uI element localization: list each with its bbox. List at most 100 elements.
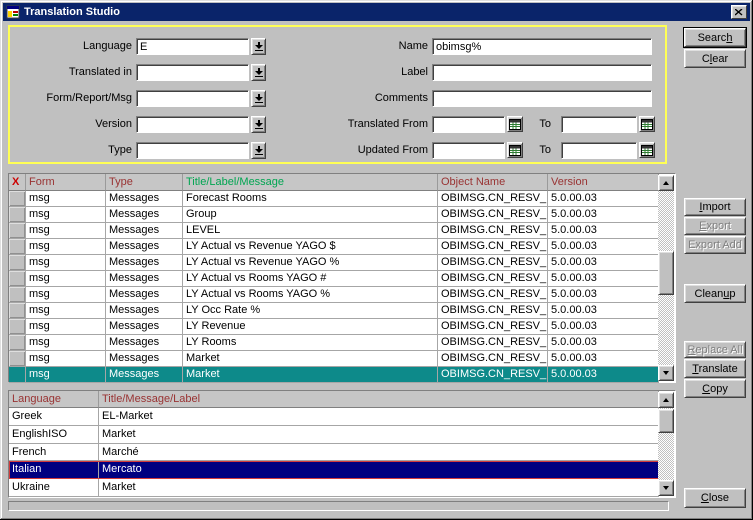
comments-input[interactable] xyxy=(432,90,652,107)
version-input[interactable] xyxy=(136,116,249,133)
table-row[interactable]: msgMessagesGroupOBIMSG.CN_RESV_PACE5.0.0… xyxy=(9,207,659,223)
cell-type: Messages xyxy=(106,271,183,287)
updated-from-input[interactable] xyxy=(432,142,505,159)
cell-version: 5.0.00.03 xyxy=(548,271,659,287)
app-icon xyxy=(6,5,20,19)
cell-version: 5.0.00.03 xyxy=(548,319,659,335)
column-header-version: Version xyxy=(548,174,659,191)
cell-version: 5.0.00.03 xyxy=(548,207,659,223)
cell-x xyxy=(9,271,26,287)
language-dropdown-button[interactable] xyxy=(251,38,266,55)
copy-button[interactable]: Copy xyxy=(684,379,746,398)
cell-object: OBIMSG.CN_RESV_PACE xyxy=(438,351,548,367)
table-row[interactable]: msgMessagesLY Actual vs Rooms YAGO #OBIM… xyxy=(9,271,659,287)
translations-scrollbar[interactable] xyxy=(658,392,674,496)
cell-object: OBIMSG.CN_RESV_PACE xyxy=(438,191,548,207)
cell-version: 5.0.00.03 xyxy=(548,351,659,367)
scroll-up-button[interactable] xyxy=(658,175,674,191)
scrollbar-thumb[interactable] xyxy=(658,251,674,295)
translated-from-label: Translated From xyxy=(300,116,428,133)
form-report-msg-label: Form/Report/Msg xyxy=(10,90,132,107)
scroll-down-button[interactable] xyxy=(658,480,674,496)
cell-object: OBIMSG.CN_RESV_PACE xyxy=(438,239,548,255)
dropdown-arrow-icon xyxy=(255,146,263,155)
table-row[interactable]: GreekEL-Market xyxy=(9,408,659,426)
table-row-selected[interactable]: ItalianMercato xyxy=(9,461,659,479)
form-report-msg-dropdown-button[interactable] xyxy=(251,90,266,107)
table-row[interactable]: EnglishISOMarket xyxy=(9,426,659,444)
name-input[interactable] xyxy=(432,38,652,55)
translation-studio-window: Translation Studio Language Translated i… xyxy=(0,0,753,520)
export-add-button[interactable]: Export Add xyxy=(684,236,746,254)
cell-form: msg xyxy=(26,367,106,383)
translated-to-input[interactable] xyxy=(561,116,637,133)
cell-x xyxy=(9,367,26,383)
updated-from-calendar-button[interactable] xyxy=(507,142,523,158)
cell-form: msg xyxy=(26,351,106,367)
search-button[interactable]: Search xyxy=(684,28,746,47)
button-label: Import xyxy=(699,201,730,213)
clear-button[interactable]: Clear xyxy=(684,49,746,68)
table-row[interactable]: UkraineMarket xyxy=(9,479,659,497)
table-row[interactable]: msgMessagesLY Actual vs Revenue YAGO $OB… xyxy=(9,239,659,255)
updated-to-label: To xyxy=(527,142,551,159)
scrollbar-thumb[interactable] xyxy=(658,409,674,433)
cell-form: msg xyxy=(26,239,106,255)
cell-language: Italian xyxy=(9,461,99,479)
form-report-msg-input[interactable] xyxy=(136,90,249,107)
import-button[interactable]: Import xyxy=(684,198,746,216)
title-bar: Translation Studio xyxy=(3,3,750,21)
table-row[interactable]: msgMessagesLEVELOBIMSG.CN_RESV_PACE5.0.0… xyxy=(9,223,659,239)
cleanup-button[interactable]: Cleanup xyxy=(684,284,746,303)
table-row[interactable]: msgMessagesLY RoomsOBIMSG.CN_RESV_PACE5.… xyxy=(9,335,659,351)
cell-object: OBIMSG.CN_RESV_PACE xyxy=(438,255,548,271)
translate-button[interactable]: Translate xyxy=(684,359,746,378)
close-button[interactable]: Close xyxy=(684,488,746,508)
updated-to-input[interactable] xyxy=(561,142,637,159)
version-dropdown-button[interactable] xyxy=(251,116,266,133)
scroll-up-button[interactable] xyxy=(658,392,674,408)
replace-all-button[interactable]: Replace All xyxy=(684,341,746,358)
table-row[interactable]: msgMessagesLY Occ Rate %OBIMSG.CN_RESV_P… xyxy=(9,303,659,319)
cell-type: Messages xyxy=(106,191,183,207)
translated-in-dropdown-button[interactable] xyxy=(251,64,266,81)
scroll-down-button[interactable] xyxy=(658,365,674,381)
type-label: Type xyxy=(10,142,132,159)
table-row[interactable]: msgMessagesLY Actual vs Rooms YAGO %OBIM… xyxy=(9,287,659,303)
cell-version: 5.0.00.03 xyxy=(548,255,659,271)
cell-x xyxy=(9,191,26,207)
cell-title: LY Actual vs Revenue YAGO % xyxy=(183,255,438,271)
cell-version: 5.0.00.03 xyxy=(548,191,659,207)
table-row[interactable]: msgMessagesLY Actual vs Revenue YAGO %OB… xyxy=(9,255,659,271)
column-header-object-name: Object Name xyxy=(438,174,548,191)
export-button[interactable]: Export xyxy=(684,217,746,235)
cell-title: Group xyxy=(183,207,438,223)
window-close-button[interactable] xyxy=(731,5,747,19)
cell-x xyxy=(9,207,26,223)
results-scrollbar[interactable] xyxy=(658,175,674,381)
language-input[interactable] xyxy=(136,38,249,55)
cell-x xyxy=(9,319,26,335)
button-label: Cleanup xyxy=(695,288,736,300)
label-input[interactable] xyxy=(432,64,652,81)
translated-in-input[interactable] xyxy=(136,64,249,81)
table-row-selected[interactable]: msgMessagesMarketOBIMSG.CN_RESV_PACE5.0.… xyxy=(9,367,659,383)
table-row[interactable]: FrenchMarché xyxy=(9,444,659,462)
type-dropdown-button[interactable] xyxy=(251,142,266,159)
updated-to-calendar-button[interactable] xyxy=(639,142,655,158)
translated-to-calendar-button[interactable] xyxy=(639,116,655,132)
type-input[interactable] xyxy=(136,142,249,159)
table-row[interactable]: msgMessagesForecast RoomsOBIMSG.CN_RESV_… xyxy=(9,191,659,207)
translated-from-calendar-button[interactable] xyxy=(507,116,523,132)
translated-from-input[interactable] xyxy=(432,116,505,133)
table-row[interactable]: msgMessagesLY RevenueOBIMSG.CN_RESV_PACE… xyxy=(9,319,659,335)
cell-type: Messages xyxy=(106,335,183,351)
cell-x xyxy=(9,239,26,255)
cell-type: Messages xyxy=(106,319,183,335)
dropdown-arrow-icon xyxy=(255,94,263,103)
table-row[interactable]: msgMessagesMarketOBIMSG.CN_RESV_PACE5.0.… xyxy=(9,351,659,367)
comments-label: Comments xyxy=(300,90,428,107)
cell-title: LY Rooms xyxy=(183,335,438,351)
cell-form: msg xyxy=(26,303,106,319)
cell-language: Ukraine xyxy=(9,479,99,497)
